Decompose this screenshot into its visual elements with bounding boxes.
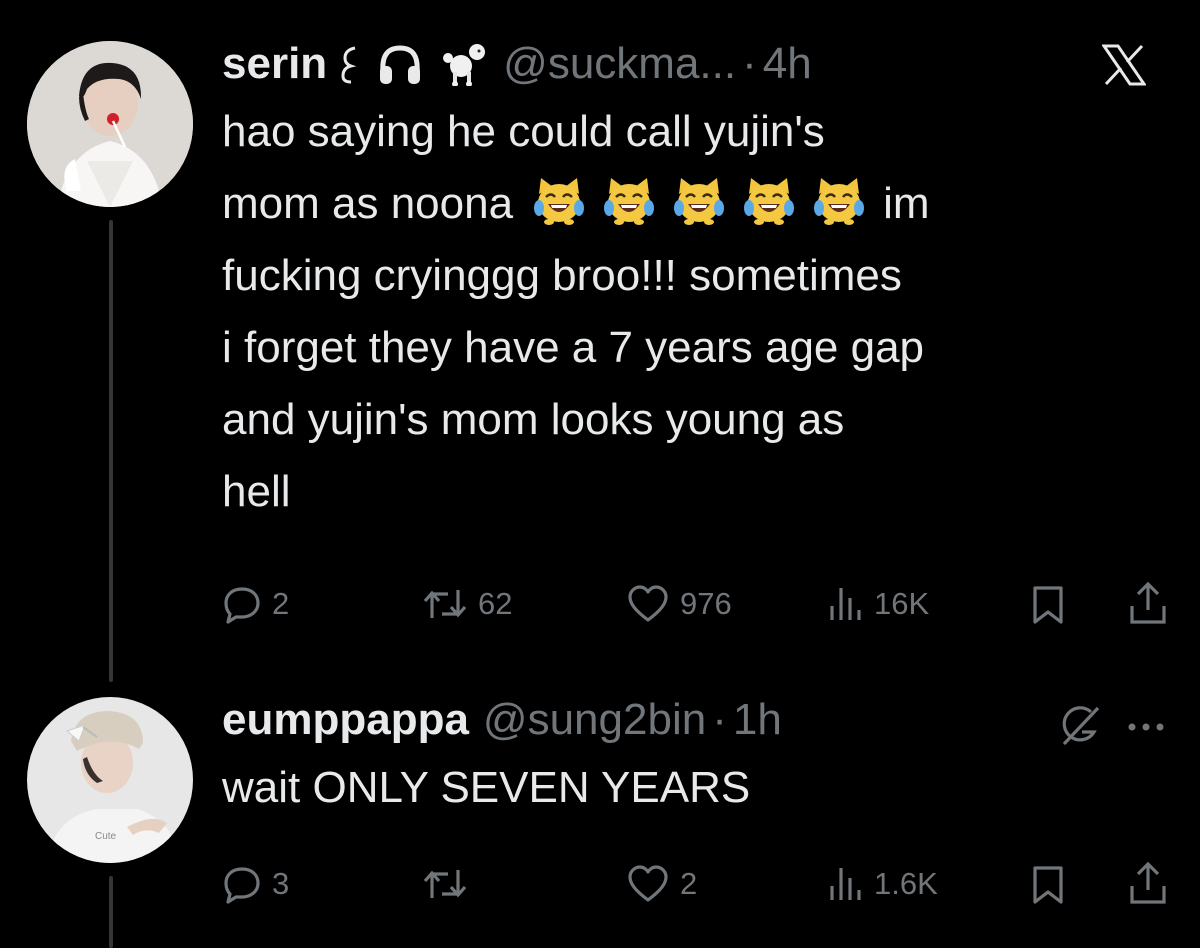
reply-icon bbox=[224, 867, 260, 904]
crying-laughing-cat-emoji bbox=[674, 178, 725, 225]
crying-laughing-cat-emoji bbox=[744, 178, 795, 225]
display-name[interactable]: eumppappa bbox=[222, 695, 469, 745]
crying-laughing-cat-emojis bbox=[533, 178, 883, 228]
tweet-text-line: hell bbox=[222, 467, 291, 516]
heart-icon bbox=[628, 585, 668, 622]
display-name[interactable]: serin bbox=[222, 39, 327, 89]
like-button[interactable]: 2 bbox=[626, 864, 697, 904]
avatar[interactable]: Cute bbox=[27, 697, 193, 863]
tweet-text-segment: mom as noona bbox=[222, 179, 514, 228]
share-icon bbox=[1130, 581, 1166, 624]
grok-icon[interactable] bbox=[1058, 704, 1102, 753]
tweet-actions: 3 2 1.6K bbox=[0, 858, 1200, 908]
tweet-actions: 2 62 976 16K bbox=[0, 578, 1200, 628]
bookmark-icon bbox=[1033, 586, 1063, 624]
decorative-squiggle-icon bbox=[341, 46, 357, 84]
share-button[interactable] bbox=[1128, 860, 1168, 906]
reply-button[interactable]: 3 bbox=[222, 864, 289, 904]
bookmark-button[interactable] bbox=[1030, 864, 1066, 906]
display-name-emojis bbox=[339, 42, 489, 86]
tweet-text-line: fucking cryinggg broo!!! sometimes bbox=[222, 251, 902, 300]
reply-icon bbox=[224, 587, 260, 624]
bookmark-icon bbox=[1033, 866, 1063, 904]
tweet-text-line: hao saying he could call yujin's bbox=[222, 107, 825, 156]
retweet-icon bbox=[423, 870, 467, 898]
tweet-header: serin @suckma... · 4h bbox=[222, 34, 930, 94]
bookmark-button[interactable] bbox=[1030, 584, 1066, 626]
tweet-text-line: wait ONLY SEVEN YEARS bbox=[222, 763, 751, 812]
headphones-icon bbox=[380, 45, 421, 84]
tweet-text: wait ONLY SEVEN YEARS bbox=[222, 752, 782, 824]
tweet-text-line: and yujin's mom looks young as bbox=[222, 395, 845, 444]
tweet-text-line: mom as noona im bbox=[222, 168, 930, 240]
like-button[interactable]: 976 bbox=[626, 584, 732, 624]
reply-button[interactable]: 2 bbox=[222, 584, 289, 624]
crying-laughing-cat-emoji bbox=[604, 178, 655, 225]
views-count: 1.6K bbox=[874, 866, 938, 901]
views-icon bbox=[830, 868, 861, 900]
views-count: 16K bbox=[874, 586, 930, 621]
share-button[interactable] bbox=[1128, 580, 1168, 626]
timestamp[interactable]: 1h bbox=[733, 695, 782, 745]
crying-laughing-cat-emoji bbox=[814, 178, 865, 225]
like-count: 2 bbox=[680, 866, 698, 901]
more-icon[interactable] bbox=[1126, 720, 1166, 738]
retweet-button[interactable] bbox=[422, 864, 478, 904]
heart-icon bbox=[628, 865, 668, 902]
timestamp[interactable]: 4h bbox=[763, 39, 812, 89]
retweet-button[interactable]: 62 bbox=[422, 584, 512, 624]
avatar[interactable] bbox=[27, 41, 193, 207]
views-icon bbox=[830, 588, 861, 620]
share-icon bbox=[1130, 861, 1166, 904]
views-button[interactable]: 16K bbox=[828, 584, 929, 624]
like-count: 976 bbox=[680, 586, 732, 621]
tweet-header: eumppappa @sung2bin · 1h bbox=[222, 690, 782, 750]
x-logo-icon[interactable] bbox=[1101, 44, 1147, 91]
separator-dot: · bbox=[712, 695, 727, 744]
tweet-text: hao saying he could call yujin's mom as … bbox=[222, 96, 930, 528]
tweet-2[interactable]: eumppappa @sung2bin · 1h wait ONLY SEVEN… bbox=[222, 690, 782, 824]
poodle-icon bbox=[443, 44, 486, 86]
retweet-icon bbox=[423, 590, 467, 618]
tweet-text-segment: im bbox=[883, 179, 930, 228]
tweet-text-line: i forget they have a 7 years age gap bbox=[222, 323, 925, 372]
user-handle[interactable]: @sung2bin bbox=[483, 695, 706, 745]
views-button[interactable]: 1.6K bbox=[828, 864, 938, 904]
tweet-1[interactable]: serin @suckma... · 4h hao saying he coul… bbox=[222, 34, 930, 528]
reply-count: 2 bbox=[272, 586, 290, 621]
user-handle[interactable]: @suckma... bbox=[503, 39, 736, 89]
retweet-count: 62 bbox=[478, 586, 513, 621]
reply-count: 3 bbox=[272, 866, 290, 901]
svg-text:Cute: Cute bbox=[95, 831, 117, 842]
separator-dot: · bbox=[742, 39, 757, 88]
crying-laughing-cat-emoji bbox=[534, 178, 585, 225]
